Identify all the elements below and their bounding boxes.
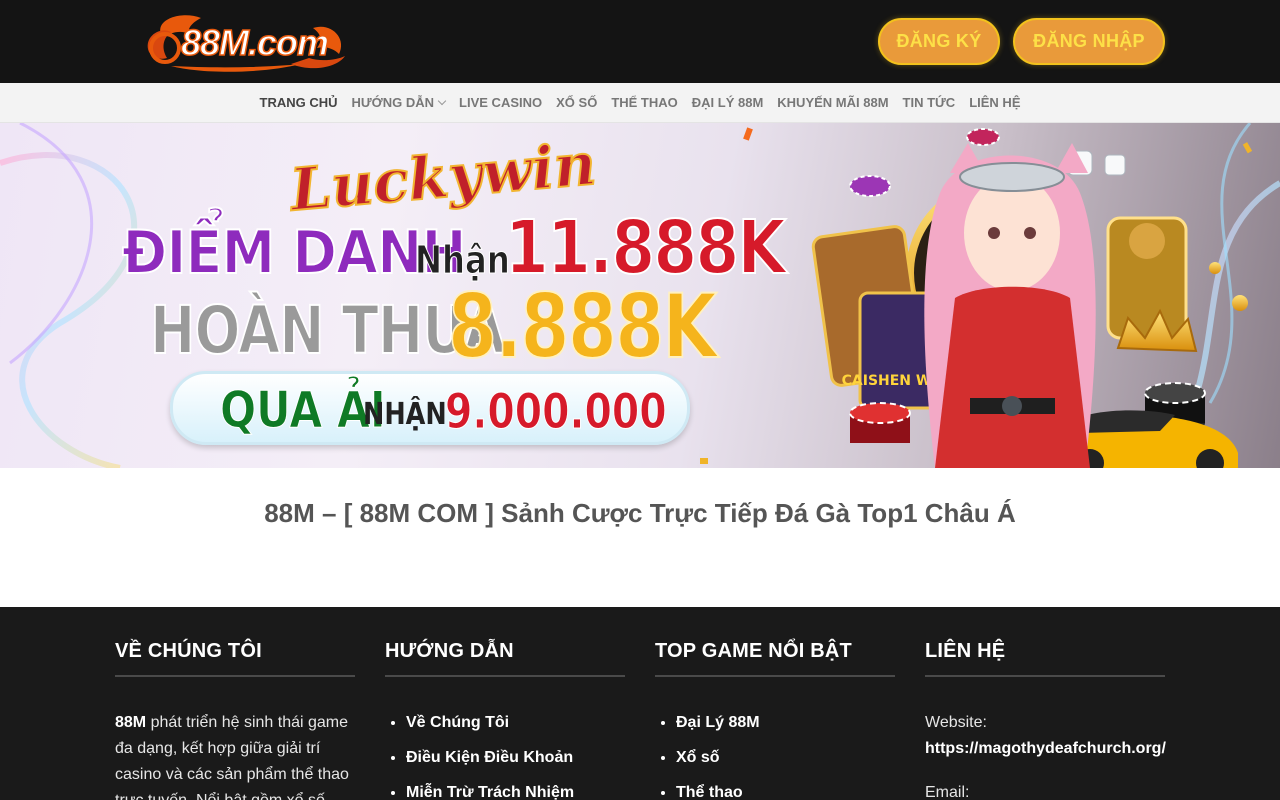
- logo-text: 88M.com: [180, 21, 330, 64]
- footer-guide-title: HƯỚNG DẪN: [385, 640, 625, 677]
- footer-about: VỀ CHÚNG TÔI 88M phát triển hệ sinh thái…: [115, 640, 355, 800]
- footer-link-sports[interactable]: Thể thao: [676, 783, 895, 800]
- footer-guide: HƯỚNG DẪN Về Chúng Tôi Điều Kiện Điều Kh…: [385, 640, 625, 800]
- footer-link-lottery[interactable]: Xổ số: [676, 748, 895, 768]
- chevron-down-icon: [437, 96, 447, 105]
- header: 88M.com ĐĂNG KÝ ĐĂNG NHẬP: [0, 0, 1280, 83]
- footer-top-games: TOP GAME NỔI BẬT Đại Lý 88M Xổ số Thể th…: [655, 640, 895, 800]
- nav-item-live-casino[interactable]: LIVE CASINO: [452, 95, 549, 110]
- register-button[interactable]: ĐĂNG KÝ: [878, 18, 1000, 65]
- footer-link-disclaimer[interactable]: Miễn Trừ Trách Nhiệm: [406, 783, 625, 800]
- footer-about-text: 88M phát triển hệ sinh thái game đa dạng…: [115, 710, 355, 800]
- banner-receive-text: Nhận: [415, 238, 511, 282]
- login-button[interactable]: ĐĂNG NHẬP: [1013, 18, 1165, 65]
- nav-item-news[interactable]: TIN TỨC: [896, 95, 963, 110]
- footer-link-agent[interactable]: Đại Lý 88M: [676, 713, 895, 733]
- banner-checkin-amount: 11.888K: [504, 205, 787, 291]
- nav-item-promotions[interactable]: KHUYẾN MÃI 88M: [770, 95, 895, 110]
- footer-website-label: Website:: [925, 714, 987, 731]
- footer-contact: LIÊN HỆ Website: https://magothydeafchur…: [925, 640, 1166, 800]
- banner-level-receive: NHẬN: [363, 397, 447, 432]
- footer-contact-title: LIÊN HỆ: [925, 640, 1165, 677]
- nav-item-lottery[interactable]: XỔ SỐ: [549, 95, 604, 110]
- footer: VỀ CHÚNG TÔI 88M phát triển hệ sinh thái…: [0, 607, 1280, 800]
- nav-item-guide[interactable]: HƯỚNG DẪN: [345, 95, 453, 110]
- promo-banner[interactable]: CAISHEN WINS Luckywin ĐIỂM DANH Nhận 11.…: [0, 123, 1280, 468]
- footer-email-label: Email:: [925, 784, 970, 800]
- footer-about-brand: 88M: [115, 714, 147, 731]
- page-title: 88M – [ 88M COM ] Sảnh Cược Trực Tiếp Đá…: [264, 498, 1016, 528]
- nav-item-guide-label: HƯỚNG DẪN: [351, 95, 435, 110]
- footer-about-title: VỀ CHÚNG TÔI: [115, 640, 355, 677]
- footer-about-body: phát triển hệ sinh thái game đa dạng, kế…: [115, 714, 349, 800]
- nav-item-sports[interactable]: THỂ THAO: [604, 95, 684, 110]
- nav-item-contact[interactable]: LIÊN HỆ: [962, 95, 1027, 110]
- banner-level-text: QUA ẢI: [220, 381, 387, 439]
- banner-level-amount: 9.000.000: [445, 384, 667, 440]
- nav-item-agent[interactable]: ĐẠI LÝ 88M: [685, 95, 771, 110]
- nav-item-home[interactable]: TRANG CHỦ: [253, 95, 345, 110]
- banner-cashback-amount: 8.888K: [447, 275, 718, 378]
- main-nav: TRANG CHỦ HƯỚNG DẪN LIVE CASINO XỔ SỐ TH…: [0, 83, 1280, 123]
- footer-link-about[interactable]: Về Chúng Tôi: [406, 713, 625, 733]
- footer-link-terms[interactable]: Điều Kiện Điều Khoản: [406, 748, 625, 768]
- footer-website-link[interactable]: https://magothydeafchurch.org/: [925, 736, 1166, 762]
- logo[interactable]: 88M.com: [141, 8, 351, 76]
- footer-top-games-title: TOP GAME NỔI BẬT: [655, 640, 895, 677]
